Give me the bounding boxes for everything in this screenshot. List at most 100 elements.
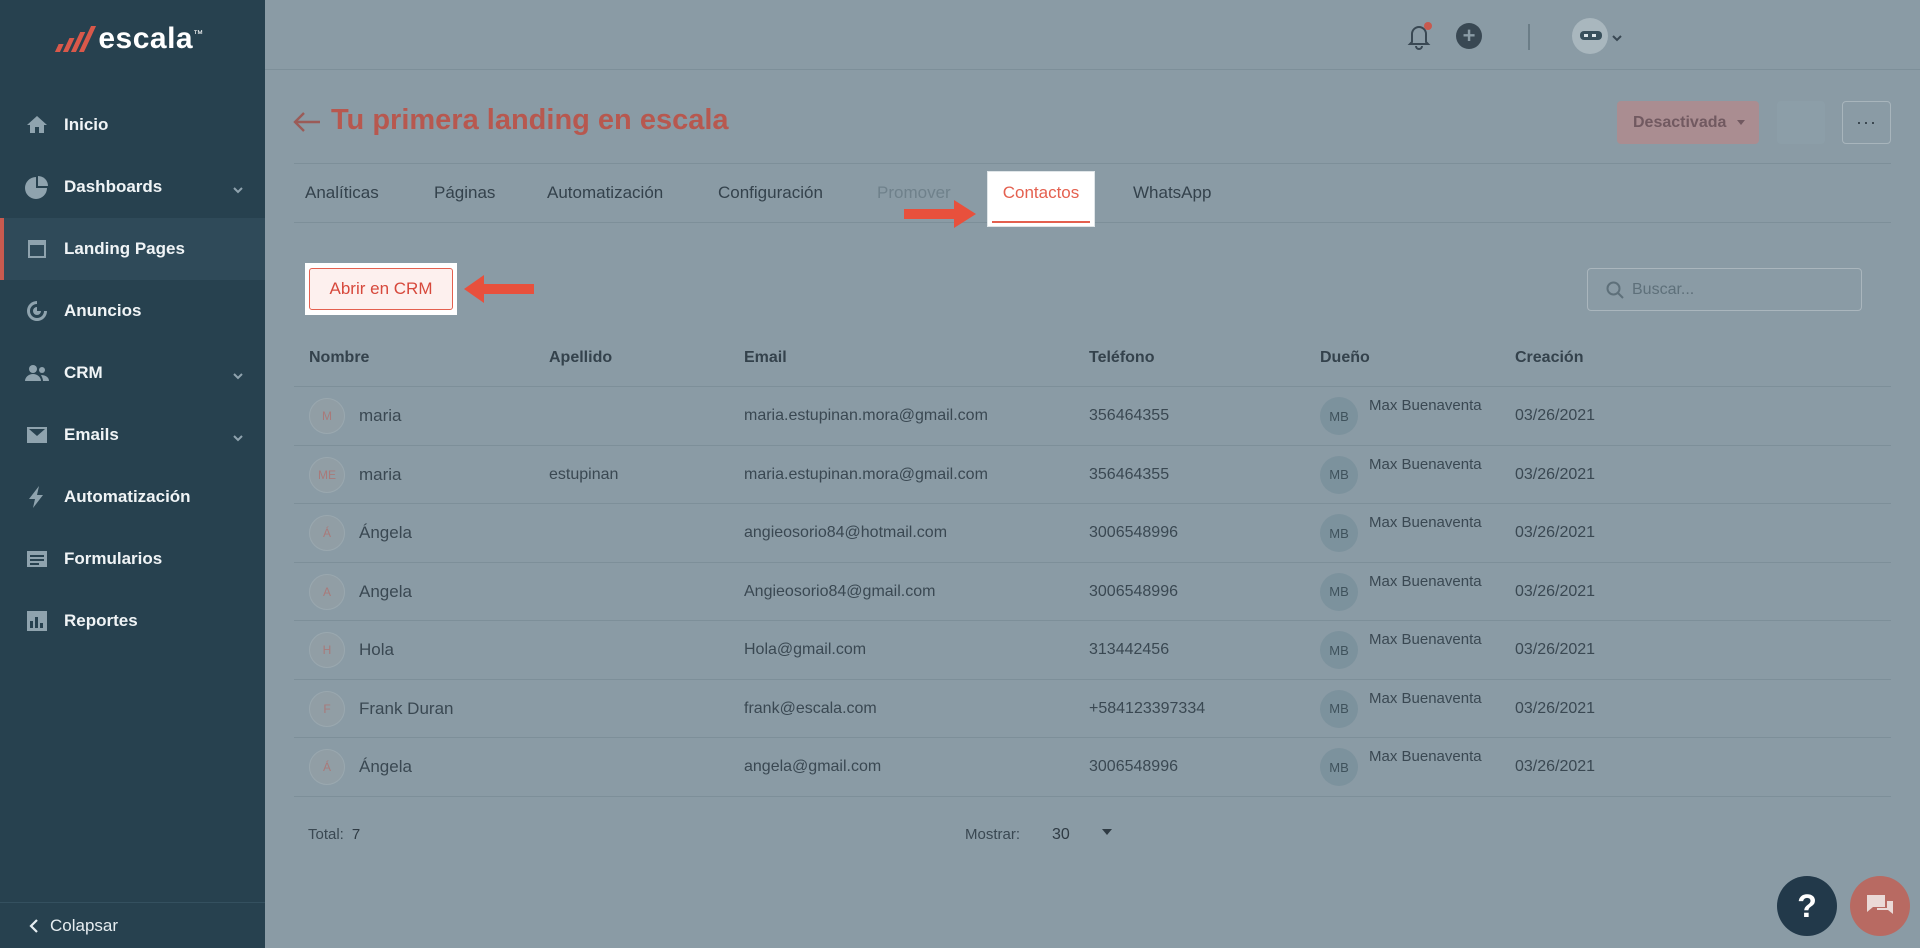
tab-paginas[interactable]: Páginas (434, 183, 495, 203)
contact-phone: 3006548996 (1089, 524, 1178, 541)
sidebar-item-label: Formularios (64, 549, 163, 568)
sidebar-item-label: Inicio (64, 115, 109, 134)
contact-initials-avatar: M (309, 398, 345, 434)
sidebar-item-anuncios[interactable]: Anuncios (0, 280, 265, 342)
sidebar-item-formularios[interactable]: Formularios (0, 528, 265, 590)
contact-name[interactable]: Angela (359, 582, 412, 602)
form-icon (24, 546, 50, 572)
contact-initials-avatar: Á (309, 749, 345, 785)
contact-initials-avatar: Á (309, 515, 345, 551)
contact-name[interactable]: Frank Duran (359, 699, 453, 719)
users-icon (24, 360, 50, 386)
chevron-down-icon[interactable] (1612, 30, 1622, 42)
contact-phone: +584123397334 (1089, 699, 1206, 717)
back-arrow-icon[interactable] (292, 110, 322, 134)
contact-surname: estupinan (549, 465, 619, 483)
table-row[interactable]: H Hola Hola@gmail.com 313442456 MB Max Buenav… (294, 621, 1891, 680)
column-apellido[interactable]: Apellido (549, 349, 612, 367)
chevron-down-icon[interactable] (233, 428, 243, 442)
status-dropdown-button[interactable]: Desactivada (1617, 101, 1759, 144)
contact-initials-avatar: H (309, 632, 345, 668)
sidebar-item-crm[interactable]: CRM (0, 342, 265, 404)
chevron-left-icon (29, 918, 38, 933)
contact-email: frank@escala.com (744, 699, 877, 717)
column-email[interactable]: Email (744, 349, 787, 367)
caret-down-icon[interactable] (1102, 829, 1112, 835)
column-creacion[interactable]: Creación (1515, 349, 1583, 367)
table-row[interactable]: Á Ángela angela@gmail.com 3006548996 MB Max B… (294, 738, 1891, 797)
sidebar-item-landing-pages[interactable]: Landing Pages (0, 218, 265, 280)
contact-email: Angieosorio84@gmail.com (744, 582, 936, 600)
contact-created-date: 03/26/2021 (1515, 699, 1596, 717)
table-row[interactable]: A Angela Angieosorio84@gmail.com 3006548996… (294, 563, 1891, 621)
table-row[interactable]: F Frank Duran frank@escala.com +58412339733… (294, 680, 1891, 738)
contact-phone: 356464355 (1089, 407, 1170, 424)
collapse-sidebar-button[interactable]: Colapsar (0, 902, 265, 948)
total-count: Total: 7 (308, 826, 361, 843)
bar-chart-icon (24, 608, 50, 634)
tab-contactos-label: Contactos (1002, 183, 1080, 202)
sidebar-item-emails[interactable]: Emails (0, 404, 265, 466)
crm-button-highlight: Abrir en CRM (305, 263, 457, 315)
chat-button[interactable] (1850, 876, 1910, 936)
contact-email: maria.estupinan.mora@gmail.com (744, 465, 988, 483)
chevron-down-icon[interactable] (233, 366, 243, 380)
sidebar-item-inicio[interactable]: Inicio (0, 94, 265, 156)
open-crm-button[interactable]: Abrir en CRM (309, 268, 453, 310)
contact-name[interactable]: maria (359, 406, 402, 426)
tab-analiticas[interactable]: Analíticas (305, 183, 379, 203)
blank-action-button[interactable] (1777, 101, 1825, 144)
tab-configuracion[interactable]: Configuración (718, 183, 823, 203)
contact-created-date: 03/26/2021 (1515, 524, 1596, 541)
sidebar-item-label: Anuncios (64, 301, 142, 320)
contact-name[interactable]: Ángela (359, 757, 412, 777)
target-icon (24, 298, 50, 324)
sidebar-item-label: Automatización (64, 487, 191, 506)
annotation-arrow-left-icon (464, 275, 534, 303)
contact-name[interactable]: Hola (359, 640, 394, 660)
contacts-table: Nombre Apellido Email Teléfono Dueño Cre… (294, 337, 1891, 797)
tab-whatsapp[interactable]: WhatsApp (1133, 183, 1211, 203)
contact-name[interactable]: Ángela (359, 523, 412, 543)
page-size-select[interactable]: 30 (1052, 826, 1070, 844)
robot-avatar-icon[interactable] (1572, 18, 1608, 54)
sidebar-item-label: Emails (64, 425, 119, 444)
more-options-button[interactable]: ··· (1842, 101, 1891, 144)
contact-name[interactable]: maria (359, 465, 402, 485)
owner-avatar: MB (1320, 514, 1358, 552)
tab-automatizacion[interactable]: Automatización (547, 183, 663, 203)
contact-created-date: 03/26/2021 (1515, 465, 1596, 483)
sidebar-item-label: Dashboards (64, 177, 163, 196)
owner-avatar: MB (1320, 572, 1358, 611)
column-telefono[interactable]: Teléfono (1089, 349, 1154, 367)
sidebar-item-automatizacion[interactable]: Automatización (0, 466, 265, 528)
table-row[interactable]: ME maria estupinan maria.estupinan.mora@gma… (294, 446, 1891, 504)
owner-avatar: MB (1320, 631, 1358, 669)
table-row[interactable]: Mmaria maria.estupinan.mora@gmail.com 3564… (294, 387, 1891, 446)
table-row[interactable]: Á Ángela angieosorio84@hotmail.com 30065489… (294, 504, 1891, 563)
plus-circle-icon[interactable]: + (1456, 23, 1482, 49)
sidebar-nav: Inicio Dashboards Landing Pages Anuncios… (0, 94, 265, 652)
sidebar-item-label: CRM (64, 363, 103, 382)
table-body: Mmaria maria.estupinan.mora@gmail.com 3564… (294, 387, 1891, 797)
notification-dot (1424, 22, 1432, 30)
tab-contactos[interactable]: Contactos (988, 172, 1094, 226)
column-nombre[interactable]: Nombre (309, 349, 369, 367)
sidebar-item-reportes[interactable]: Reportes (0, 590, 265, 652)
search-input[interactable] (1632, 280, 1852, 299)
chevron-down-icon[interactable] (233, 180, 243, 194)
topbar-divider (1528, 24, 1530, 50)
contact-initials-avatar: ME (309, 456, 345, 493)
contact-created-date: 03/26/2021 (1515, 758, 1596, 775)
sidebar-item-dashboards[interactable]: Dashboards (0, 156, 265, 218)
bell-icon[interactable] (1406, 22, 1432, 50)
owner-avatar: MB (1320, 748, 1358, 786)
help-button[interactable]: ? (1777, 876, 1837, 936)
logo-mark-icon (55, 26, 97, 52)
owner-name: Max Buenaventa (1369, 572, 1482, 590)
home-icon (24, 112, 50, 138)
contact-created-date: 03/26/2021 (1515, 582, 1596, 600)
contact-email: angela@gmail.com (744, 758, 882, 775)
brand-logo[interactable]: escala™ (0, 0, 265, 78)
column-dueno[interactable]: Dueño (1320, 349, 1370, 367)
